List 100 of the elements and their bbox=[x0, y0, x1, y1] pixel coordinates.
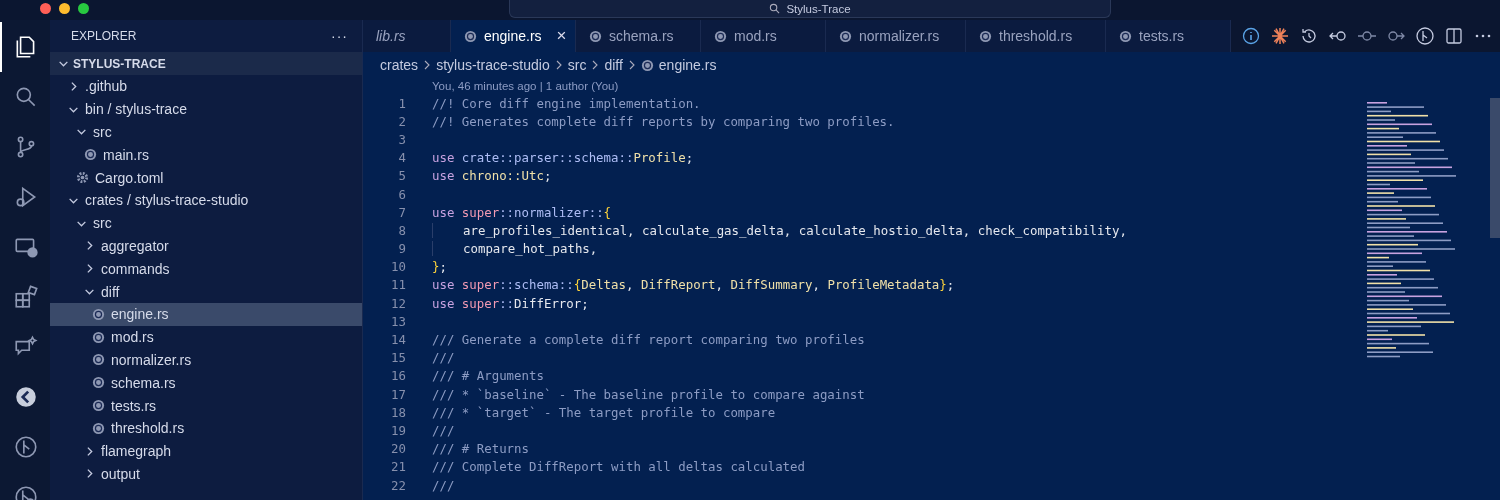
line-number: 7 bbox=[397, 204, 406, 220]
line-number: 1 bbox=[397, 95, 406, 111]
close-tab-button[interactable]: × bbox=[556, 26, 567, 46]
explorer-title: EXPLORER bbox=[71, 29, 137, 43]
rust-file-icon bbox=[640, 58, 654, 72]
rust-file-icon bbox=[714, 29, 727, 43]
line-number: 16 bbox=[390, 368, 406, 384]
gear-icon bbox=[76, 171, 89, 185]
tree-item[interactable]: mod.rs bbox=[50, 325, 362, 349]
line-number: 11 bbox=[390, 277, 406, 293]
tree-item[interactable]: bin / stylus-trace bbox=[50, 97, 362, 121]
close-window-button[interactable] bbox=[40, 3, 51, 14]
editor-tab[interactable]: schema.rs bbox=[576, 20, 701, 52]
history-icon[interactable] bbox=[1299, 26, 1319, 46]
breadcrumb-item[interactable]: src bbox=[567, 57, 587, 73]
blame-annotation[interactable]: You, 46 minutes ago | 1 author (You) bbox=[432, 80, 619, 92]
line-number: 21 bbox=[390, 459, 406, 475]
code-line: use super::schema::{Deltas, DiffReport, DiffSummary, ProfileMetadata}; bbox=[432, 277, 955, 293]
more-actions-button[interactable]: ··· bbox=[331, 28, 348, 44]
tree-item[interactable]: engine.rs bbox=[50, 302, 362, 326]
code-line: /// * `target` - The target profile to compare bbox=[432, 404, 776, 420]
line-number: 13 bbox=[390, 313, 406, 329]
tree-item[interactable]: normalizer.rs bbox=[50, 348, 362, 372]
code-line: /// bbox=[432, 350, 455, 366]
chevron-right-icon bbox=[627, 60, 636, 70]
line-number: 19 bbox=[390, 422, 406, 438]
tree-item[interactable]: main.rs bbox=[50, 143, 362, 167]
rust-file-icon bbox=[92, 307, 105, 321]
line-number: 6 bbox=[397, 186, 406, 202]
editor-tab[interactable]: engine.rs × bbox=[451, 20, 576, 52]
line-number: 15 bbox=[390, 350, 406, 366]
maximize-window-button[interactable] bbox=[78, 3, 89, 14]
rust-file-icon bbox=[464, 29, 477, 43]
breadcrumb-item[interactable]: diff bbox=[604, 57, 623, 73]
code-line: /// bbox=[432, 422, 455, 438]
code-line: use crate::parser::schema::Profile; bbox=[432, 150, 694, 166]
scrollbar-thumb[interactable] bbox=[1490, 98, 1500, 238]
git-graph-icon[interactable] bbox=[1415, 26, 1435, 46]
workspace-root[interactable]: STYLUS-TRACE bbox=[50, 52, 362, 75]
line-number: 9 bbox=[397, 241, 406, 257]
line-number: 3 bbox=[397, 131, 406, 147]
line-number: 5 bbox=[397, 168, 406, 184]
tree-item[interactable]: commands bbox=[50, 257, 362, 281]
code-line: /// Complete DiffReport with all deltas calculated bbox=[432, 459, 805, 475]
line-number: 4 bbox=[397, 150, 406, 166]
tree-item[interactable]: diff bbox=[50, 280, 362, 303]
tree-item[interactable]: threshold.rs bbox=[50, 416, 362, 440]
rust-file-icon bbox=[92, 376, 105, 390]
editor-tab[interactable]: normalizer.rs bbox=[826, 20, 966, 52]
chevron-right-icon bbox=[423, 60, 432, 70]
code-line: /// bbox=[432, 477, 455, 493]
sparkle-icon[interactable] bbox=[1270, 26, 1290, 46]
tree-item[interactable]: crates / stylus-trace-studio bbox=[50, 189, 362, 212]
line-number: 12 bbox=[390, 295, 406, 311]
rust-file-icon bbox=[84, 148, 97, 162]
command-center[interactable]: Stylus-Trace bbox=[509, 0, 1111, 18]
code-line: use super::DiffError; bbox=[432, 295, 589, 311]
code-line: /// Generate a complete diff report comparing two profiles bbox=[432, 332, 865, 348]
rust-file-icon bbox=[92, 330, 105, 344]
line-number: 2 bbox=[397, 113, 406, 129]
tree-item[interactable]: output bbox=[50, 462, 362, 486]
chevron-right-icon bbox=[591, 60, 600, 70]
breadcrumb-item[interactable]: crates bbox=[380, 57, 419, 73]
rust-file-icon bbox=[92, 353, 105, 367]
rust-file-icon bbox=[979, 29, 992, 43]
rust-file-icon bbox=[1119, 29, 1132, 43]
line-number: 22 bbox=[390, 477, 406, 493]
line-number: 10 bbox=[390, 259, 406, 275]
editor-tab[interactable]: threshold.rs bbox=[966, 20, 1106, 52]
minimize-window-button[interactable] bbox=[59, 3, 70, 14]
tree-item[interactable]: schema.rs bbox=[50, 371, 362, 395]
code-line: compare_hot_paths, bbox=[432, 241, 598, 257]
code-line: /// # Returns bbox=[432, 441, 529, 457]
line-number: 18 bbox=[390, 404, 406, 420]
rust-file-icon bbox=[589, 29, 602, 43]
line-number: 20 bbox=[390, 441, 406, 457]
tree-item[interactable]: src bbox=[50, 211, 362, 235]
rust-file-icon bbox=[92, 399, 105, 413]
code-line: /// * `baseline` - The baseline profile to compare against bbox=[432, 386, 865, 402]
editor-tab[interactable]: mod.rs bbox=[701, 20, 826, 52]
code-line: use chrono::Utc; bbox=[432, 168, 552, 184]
split-editor-icon[interactable] bbox=[1444, 26, 1464, 46]
tree-item[interactable]: src bbox=[50, 120, 362, 144]
rust-file-icon bbox=[839, 29, 852, 43]
info-icon[interactable] bbox=[1241, 26, 1261, 46]
rust-file-icon bbox=[92, 421, 105, 435]
tree-item[interactable]: aggregator bbox=[50, 234, 362, 258]
line-number: 17 bbox=[390, 386, 406, 402]
breadcrumb-item[interactable]: engine.rs bbox=[658, 57, 717, 73]
tree-item[interactable]: .github bbox=[50, 75, 362, 98]
code-line: }; bbox=[432, 259, 447, 275]
code-line: //! Generates complete diff reports by comparing two profiles. bbox=[432, 113, 895, 129]
tree-item[interactable]: tests.rs bbox=[50, 394, 362, 417]
code-line: /// # Arguments bbox=[432, 368, 544, 384]
breadcrumb-item[interactable]: stylus-trace-studio bbox=[436, 57, 550, 73]
search-icon bbox=[769, 3, 781, 14]
chevron-right-icon bbox=[554, 60, 563, 70]
tree-item[interactable]: Cargo.toml bbox=[50, 166, 362, 189]
line-number: 8 bbox=[397, 222, 406, 238]
tree-item[interactable]: flamegraph bbox=[50, 439, 362, 463]
